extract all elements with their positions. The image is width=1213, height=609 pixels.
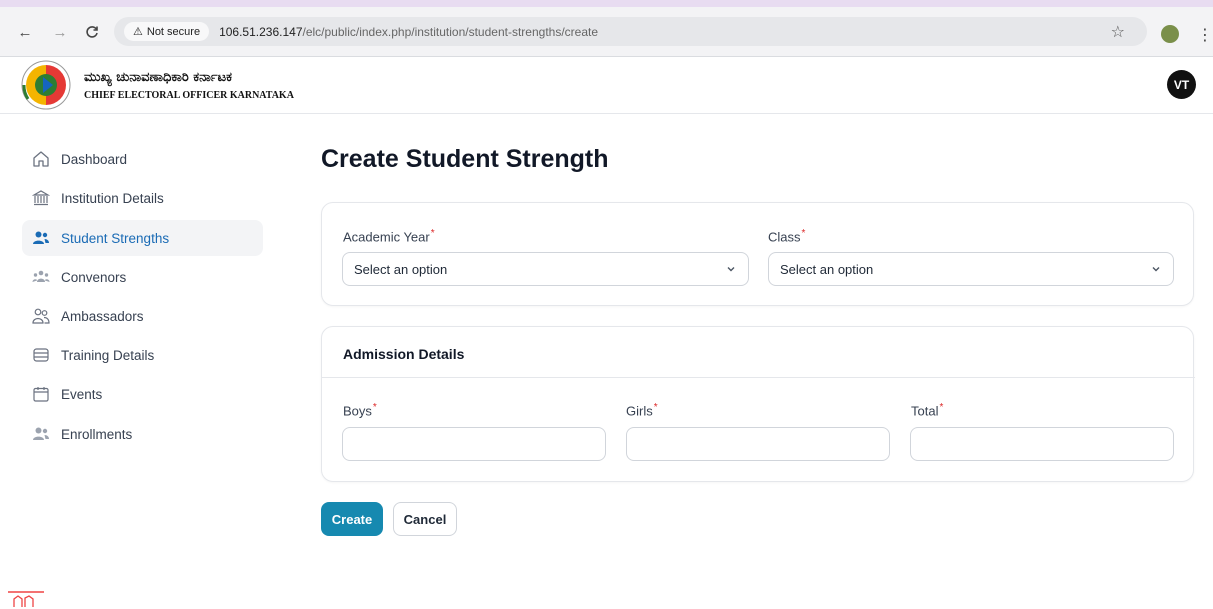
- girls-input[interactable]: [626, 427, 890, 461]
- academic-year-select[interactable]: Select an option: [342, 252, 749, 286]
- building-icon: [30, 188, 52, 208]
- total-label-text: Total: [911, 403, 939, 419]
- user-group-icon: [30, 267, 52, 287]
- sidebar-item-label: Dashboard: [61, 151, 128, 167]
- create-button[interactable]: Create: [321, 502, 383, 536]
- reload-icon[interactable]: [81, 21, 103, 43]
- required-marker: *: [801, 228, 806, 239]
- sidebar-item-label: Ambassadors: [61, 308, 144, 324]
- boys-input[interactable]: [342, 427, 606, 461]
- user-pair-icon: [30, 306, 52, 326]
- forward-arrow-icon[interactable]: →: [49, 21, 71, 43]
- class-label: Class*: [768, 228, 805, 244]
- bookmark-star-icon[interactable]: ☆: [1111, 22, 1125, 42]
- sidebar-item-training-details[interactable]: Training Details: [22, 337, 263, 373]
- browser-toolbar: ← → ⚠ Not secure 106.51.236.147/elc/publ…: [0, 7, 1213, 57]
- sidebar-item-student-strengths[interactable]: Student Strengths: [22, 220, 263, 256]
- users-icon: [30, 424, 52, 444]
- sidebar-item-enrollments[interactable]: Enrollments: [22, 416, 263, 452]
- users-icon: [30, 228, 52, 248]
- sidebar-item-ambassadors[interactable]: Ambassadors: [22, 298, 263, 334]
- sidebar-item-events[interactable]: Events: [22, 376, 263, 412]
- academic-year-label: Academic Year*: [343, 228, 435, 244]
- girls-label-text: Girls: [626, 403, 653, 419]
- page: ← → ⚠ Not secure 106.51.236.147/elc/publ…: [0, 0, 1213, 609]
- sidebar-item-label: Institution Details: [61, 190, 164, 206]
- brand-name-english: CHIEF ELECTORAL OFFICER KARNATAKA: [84, 90, 294, 101]
- browser-profile-icon[interactable]: [1161, 25, 1179, 43]
- required-marker: *: [430, 228, 435, 239]
- ceo-karnataka-logo[interactable]: [20, 59, 72, 111]
- stack-icon: [30, 345, 52, 365]
- academic-year-label-text: Academic Year: [343, 229, 430, 245]
- url-host: 106.51.236.147: [219, 24, 303, 39]
- class-select[interactable]: Select an option: [768, 252, 1174, 286]
- cancel-button[interactable]: Cancel: [393, 502, 457, 536]
- required-marker: *: [939, 402, 944, 413]
- debug-toolbar-icon[interactable]: [8, 591, 44, 609]
- academic-year-placeholder: Select an option: [354, 261, 448, 277]
- address-bar[interactable]: ⚠ Not secure 106.51.236.147/elc/public/i…: [114, 17, 1147, 46]
- home-icon: [30, 149, 52, 169]
- sidebar: Dashboard Institution Details Student St…: [0, 114, 280, 609]
- admission-details-card: Admission Details Boys* Girls* Total*: [321, 326, 1195, 482]
- url-text: 106.51.236.147/elc/public/index.php/inst…: [219, 25, 598, 39]
- sidebar-item-convenors[interactable]: Convenors: [22, 259, 263, 295]
- sidebar-item-label: Events: [61, 386, 103, 402]
- boys-label: Boys*: [343, 402, 377, 418]
- user-avatar[interactable]: VT: [1167, 70, 1196, 99]
- page-title: Create Student Strength: [321, 145, 609, 173]
- total-input[interactable]: [910, 427, 1174, 461]
- required-marker: *: [372, 402, 377, 413]
- class-label-text: Class: [768, 229, 801, 245]
- selection-card: Academic Year* Select an option Class* S…: [321, 202, 1194, 306]
- security-indicator[interactable]: ⚠ Not secure: [124, 22, 210, 41]
- sidebar-item-label: Convenors: [61, 269, 127, 285]
- sidebar-item-label: Enrollments: [61, 426, 133, 442]
- required-marker: *: [653, 402, 658, 413]
- brand-name-kannada: ಮುಖ್ಯ ಚುನಾವಣಾಧಿಕಾರಿ ಕರ್ನಾಟಕ: [84, 70, 232, 85]
- chevron-down-icon: [1152, 267, 1160, 272]
- sidebar-item-label: Training Details: [61, 347, 155, 363]
- admission-details-header: Admission Details: [322, 327, 1195, 378]
- calendar-icon: [30, 384, 52, 404]
- boys-label-text: Boys: [343, 403, 372, 419]
- sidebar-item-label: Student Strengths: [61, 230, 170, 246]
- total-label: Total*: [911, 402, 943, 418]
- sidebar-item-dashboard[interactable]: Dashboard: [22, 141, 263, 177]
- security-label: Not secure: [146, 25, 201, 38]
- window-top-strip: [0, 0, 1213, 7]
- warning-triangle-icon: ⚠: [133, 26, 143, 38]
- sidebar-item-institution-details[interactable]: Institution Details: [22, 180, 263, 216]
- browser-menu-icon[interactable]: ⋮: [1197, 25, 1213, 45]
- url-path: /elc/public/index.php/institution/studen…: [302, 24, 599, 39]
- chevron-down-icon: [727, 267, 735, 272]
- girls-label: Girls*: [626, 402, 658, 418]
- class-placeholder: Select an option: [780, 261, 874, 277]
- admission-details-title: Admission Details: [343, 346, 465, 362]
- app-header: ಮುಖ್ಯ ಚುನಾವಣಾಧಿಕಾರಿ ಕರ್ನಾಟಕ CHIEF ELECTO…: [0, 57, 1213, 114]
- back-arrow-icon[interactable]: ←: [14, 21, 36, 43]
